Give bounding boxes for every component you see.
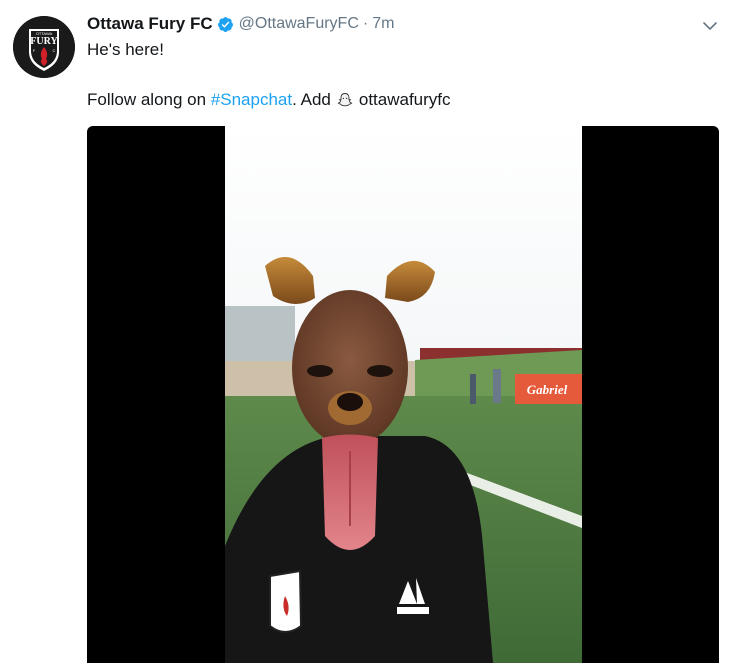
author-name[interactable]: Ottawa Fury FC — [87, 14, 213, 34]
video-frame: Gabriel — [225, 126, 582, 663]
tweet-text-line-1: He's here! — [87, 40, 164, 59]
text-prefix: Follow along on — [87, 90, 211, 109]
snapchat-username: ottawafuryfc — [358, 90, 451, 109]
ottawa-fury-logo: OTTAWA FURY F C — [13, 16, 75, 78]
tweet[interactable]: OTTAWA FURY F C Ottawa Fury FC @OttawaFu… — [0, 0, 736, 663]
chevron-down-icon[interactable] — [700, 16, 720, 36]
hashtag-link[interactable]: #Snapchat — [211, 90, 292, 110]
avatar[interactable]: OTTAWA FURY F C — [13, 16, 75, 78]
sponsor-sign-text: Gabriel — [527, 382, 568, 397]
dog-nose — [337, 393, 363, 411]
tweet-text-line-2: Follow along on #Snapchat . Add ottawafu… — [87, 90, 451, 110]
author-handle[interactable]: @OttawaFuryFC — [239, 15, 359, 33]
snapchat-ghost-icon — [335, 91, 354, 109]
tweet-timestamp[interactable]: 7m — [372, 15, 394, 33]
text-mid: . Add — [292, 90, 331, 109]
separator-dot: · — [362, 15, 369, 32]
stadium-stand — [225, 306, 295, 366]
avatar-badge-word: FURY — [30, 36, 58, 47]
tweet-header: Ottawa Fury FC @OttawaFuryFC · 7m — [87, 12, 394, 36]
avatar-badge-right: C — [53, 48, 56, 53]
verified-badge-icon — [217, 16, 234, 33]
tweet-video[interactable]: Gabriel — [87, 126, 719, 663]
